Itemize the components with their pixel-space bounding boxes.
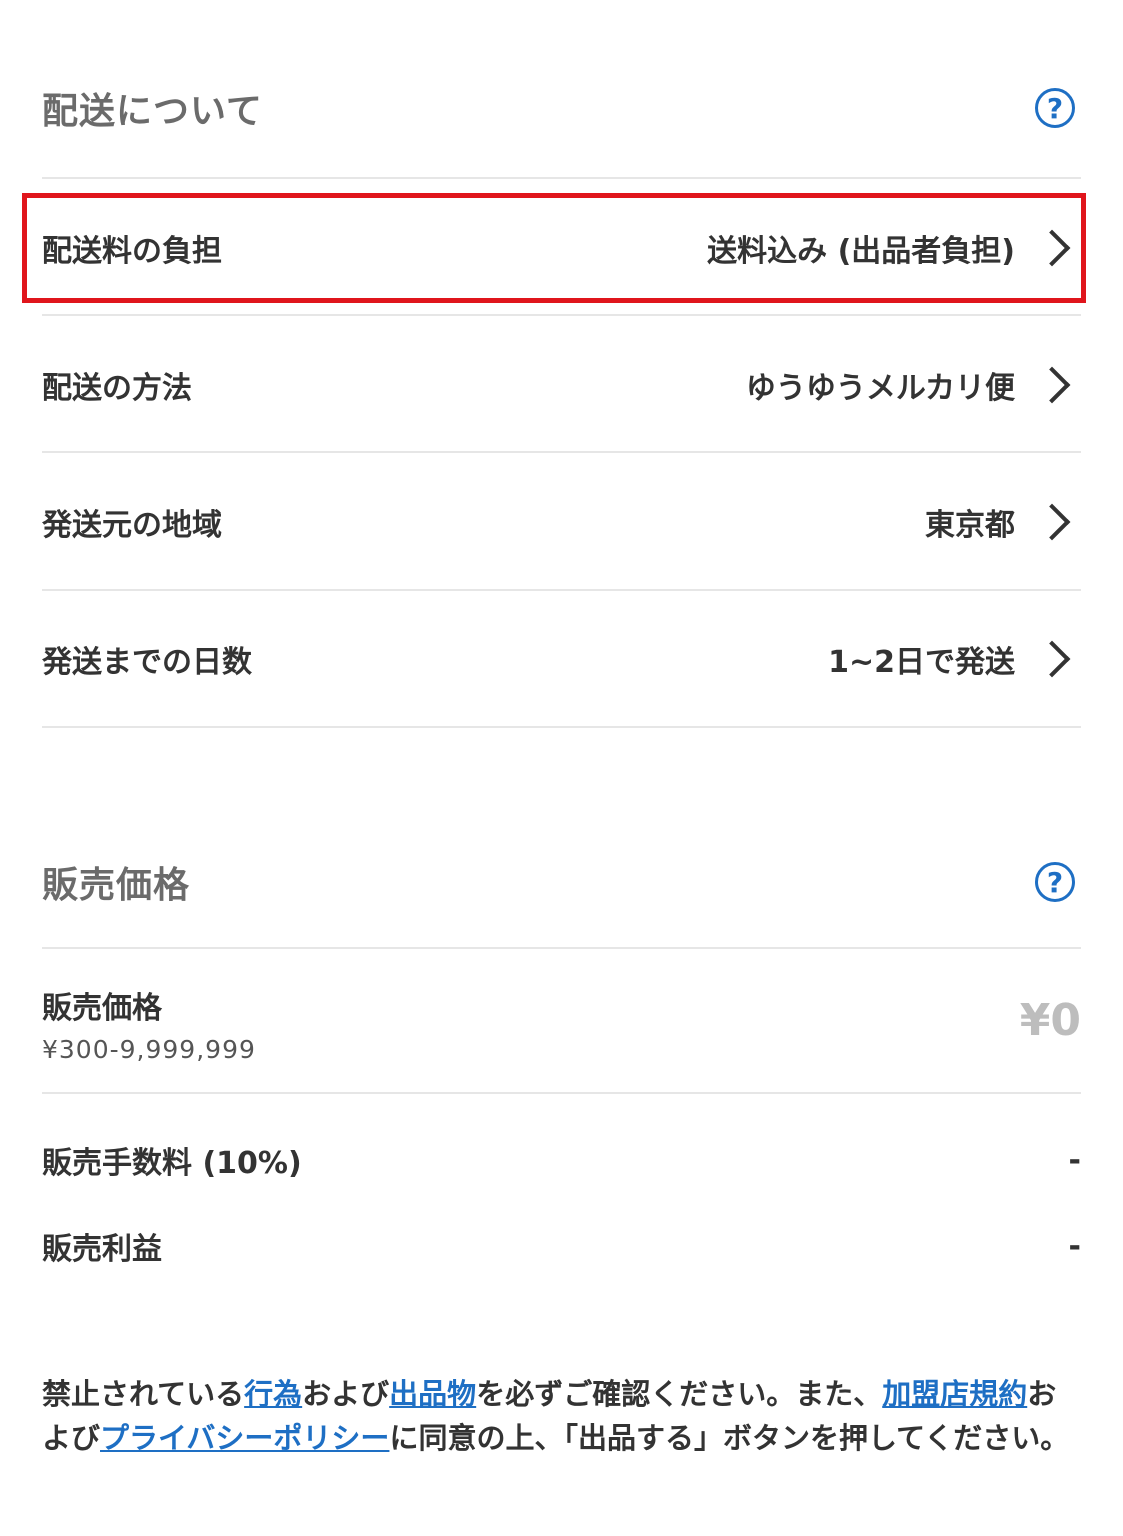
row-label: 発送元の地域 [42,508,222,543]
price-input[interactable]: ¥0 [1020,995,1081,1046]
row-shipping-fee[interactable]: 配送料の負担 送料込み (出品者負担) [42,222,1081,274]
row-value: 1~2日で発送 [828,645,1015,680]
row-ship-from-region[interactable]: 発送元の地域 東京都 [42,496,1081,548]
divider [42,947,1081,949]
row-days-to-ship[interactable]: 発送までの日数 1~2日で発送 [42,633,1081,685]
link-prohibited-acts[interactable]: 行為 [244,1377,302,1411]
fee-value: - [1068,1142,1081,1178]
chevron-right-icon [1033,640,1071,678]
help-icon[interactable]: ? [1035,88,1075,128]
price-range: ¥300-9,999,999 [42,1035,256,1064]
row-sales-profit: 販売利益 - [42,1220,1081,1272]
help-icon[interactable]: ? [1035,862,1075,902]
fee-label: 販売手数料 (10%) [42,1146,302,1181]
divider [42,177,1081,179]
notice-text: 禁止されている [42,1377,245,1411]
row-shipping-method[interactable]: 配送の方法 ゆうゆうメルカリ便 [42,359,1081,411]
link-privacy-policy[interactable]: プライバシーポリシー [100,1421,389,1455]
row-value: 東京都 [925,508,1015,543]
row-label: 配送料の負担 [42,234,222,269]
price-section-title: 販売価格 [42,865,191,906]
divider [42,451,1081,453]
notice-text: および [302,1377,390,1411]
link-prohibited-items[interactable]: 出品物 [389,1377,476,1411]
price-label: 販売価格 [42,991,162,1026]
notice-text: に同意の上、「出品する」ボタンを押してください。 [389,1421,1070,1455]
price-section-header: 販売価格 ? [42,856,1081,908]
link-merchant-terms[interactable]: 加盟店規約 [882,1377,1027,1411]
chevron-right-icon [1033,366,1071,404]
row-sales-fee: 販売手数料 (10%) - [42,1134,1081,1186]
terms-notice: 禁止されている行為および出品物を必ずご確認ください。また、加盟店規約およびプライ… [42,1372,1082,1460]
divider [42,726,1081,728]
row-label: 発送までの日数 [42,645,252,680]
divider [42,314,1081,316]
chevron-right-icon [1033,229,1071,267]
profit-label: 販売利益 [42,1232,162,1267]
shipping-section-header: 配送について ? [42,82,1081,134]
row-label: 配送の方法 [42,371,192,406]
profit-value: - [1068,1228,1081,1264]
chevron-right-icon [1033,503,1071,541]
notice-text: を必ずご確認ください。また、 [476,1377,883,1411]
divider [42,589,1081,591]
price-input-row: 販売価格 ¥300-9,999,999 [42,983,256,1064]
row-value: 送料込み (出品者負担) [707,234,1015,269]
row-value: ゆうゆうメルカリ便 [745,371,1015,406]
shipping-section-title: 配送について [42,91,263,132]
divider [42,1092,1081,1094]
